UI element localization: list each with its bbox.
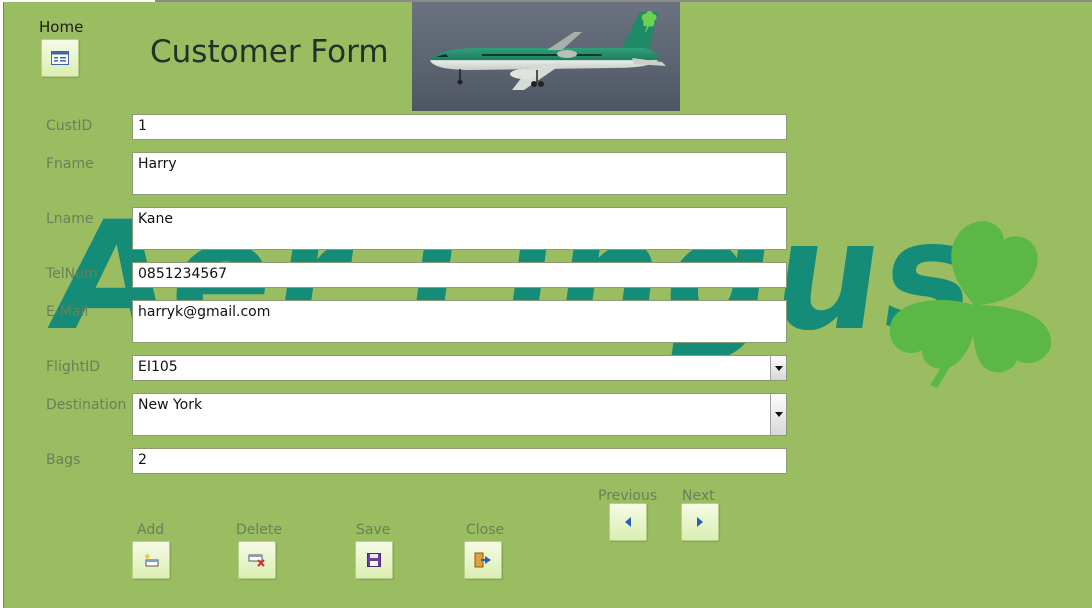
telnum-label: TelNum: [46, 266, 98, 282]
add-button[interactable]: [132, 541, 170, 579]
arrow-left-icon: [625, 517, 631, 527]
chevron-down-icon: [774, 412, 783, 417]
destination-combo[interactable]: New York: [132, 393, 787, 436]
next-button[interactable]: [681, 503, 719, 541]
delete-label: Delete: [236, 522, 282, 538]
bags-label: Bags: [46, 452, 81, 468]
fname-label: Fname: [46, 156, 94, 172]
destination-dropdown-button[interactable]: [770, 394, 786, 435]
form-icon: [51, 51, 69, 65]
home-label: Home: [39, 18, 84, 36]
add-label: Add: [137, 522, 165, 538]
shamrock-logo-icon: [889, 221, 1052, 388]
custid-field[interactable]: 1: [132, 114, 787, 140]
arrow-right-icon: [697, 517, 703, 527]
save-icon: [367, 553, 381, 567]
previous-label: Previous: [598, 488, 658, 504]
flightid-combo[interactable]: EI105: [132, 355, 787, 381]
page-title: Customer Form: [150, 34, 389, 70]
delete-record-icon: [248, 554, 265, 567]
bags-field[interactable]: 2: [132, 448, 787, 474]
save-button[interactable]: [355, 541, 393, 579]
previous-button[interactable]: [609, 503, 647, 541]
custid-label: CustID: [46, 118, 93, 134]
airplane-icon: [430, 11, 666, 90]
destination-value: New York: [138, 397, 203, 413]
save-label: Save: [356, 522, 391, 538]
lname-label: Lname: [46, 211, 94, 227]
flightid-value: EI105: [138, 359, 178, 375]
airplane-image: [412, 2, 680, 111]
destination-label: Destination: [46, 397, 127, 413]
home-button[interactable]: [41, 39, 79, 77]
add-record-icon: [144, 553, 159, 567]
close-button[interactable]: [464, 541, 502, 579]
delete-button[interactable]: [238, 541, 276, 579]
fname-field[interactable]: Harry: [132, 152, 787, 195]
lname-field[interactable]: Kane: [132, 207, 787, 250]
telnum-field[interactable]: 0851234567: [132, 262, 787, 288]
close-label: Close: [466, 522, 505, 538]
email-field[interactable]: harryk@gmail.com: [132, 300, 787, 343]
exit-door-icon: [474, 552, 491, 568]
chevron-down-icon: [774, 365, 783, 371]
flightid-dropdown-button[interactable]: [770, 356, 786, 380]
next-label: Next: [682, 488, 715, 504]
flightid-label: FlightID: [46, 359, 100, 375]
customer-form: Aer Lingus Home Customer Form CustID 1 F…: [3, 2, 1092, 608]
email-label: E-Mail: [46, 304, 89, 320]
